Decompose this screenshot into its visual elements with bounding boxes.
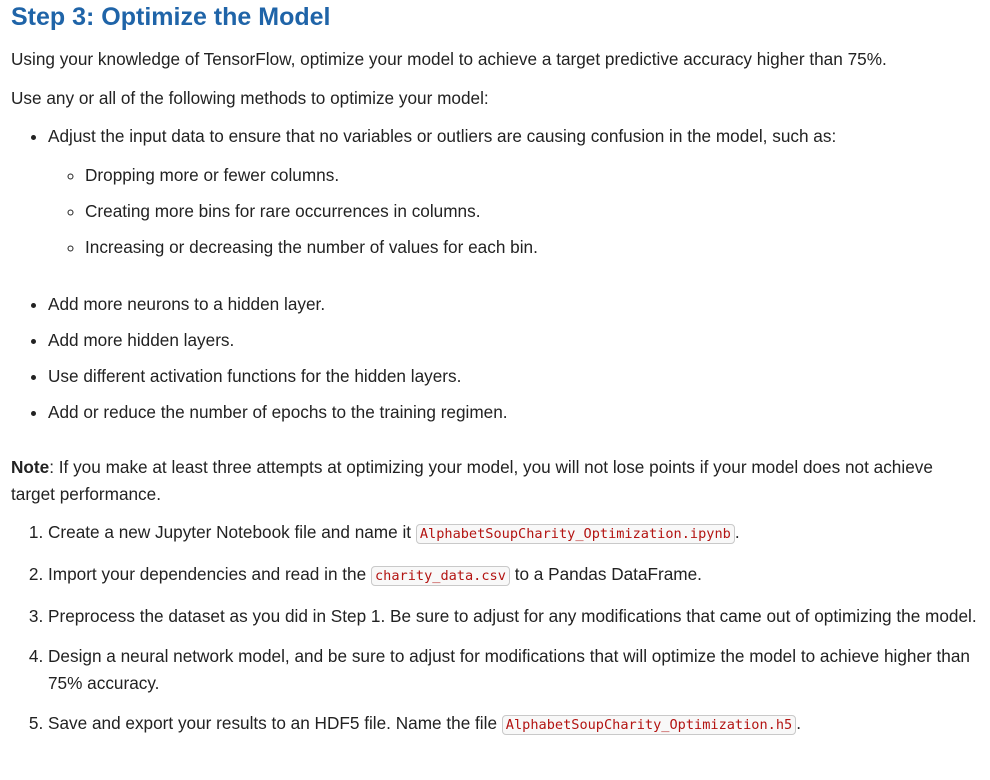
method-text: Adjust the input data to ensure that no … [48, 126, 837, 146]
step-text-suffix: . [734, 522, 740, 542]
step-item: Design a neural network model, and be su… [48, 643, 978, 697]
steps-list: Create a new Jupyter Notebook file and n… [11, 519, 978, 739]
section-heading: Step 3: Optimize the Model [11, 3, 331, 31]
note-text: : If you make at least three attempts at… [11, 457, 933, 504]
intro-paragraph: Using your knowledge of TensorFlow, opti… [11, 49, 887, 69]
methods-intro-paragraph: Use any or all of the following methods … [11, 88, 489, 108]
step-text: Design a neural network model, and be su… [48, 646, 970, 693]
step-item: Preprocess the dataset as you did in Ste… [48, 603, 978, 630]
sub-methods-list-item: Creating more bins for rare occurrences … [85, 198, 978, 225]
sub-methods-list-item: Dropping more or fewer columns. [85, 162, 978, 189]
step-text-suffix: . [796, 713, 802, 733]
step-text-suffix: to a Pandas DataFrame. [509, 564, 702, 584]
step-item: Save and export your results to an HDF5 … [48, 710, 978, 739]
sub-methods-list-item: Increasing or decreasing the number of v… [85, 234, 978, 261]
step-text: Preprocess the dataset as you did in Ste… [48, 606, 977, 626]
sub-methods-list: Dropping more or fewer columns. Creating… [48, 162, 978, 261]
step-text: Create a new Jupyter Notebook file and n… [48, 522, 416, 542]
methods-list-item: Adjust the input data to ensure that no … [48, 123, 978, 261]
methods-list-item: Add more neurons to a hidden layer. [48, 291, 978, 318]
inline-code-filename: AlphabetSoupCharity_Optimization.ipynb [415, 524, 735, 544]
methods-list: Adjust the input data to ensure that no … [11, 123, 978, 426]
step-item: Create a new Jupyter Notebook file and n… [48, 519, 978, 548]
methods-list-item: Use different activation functions for t… [48, 363, 978, 390]
step-text: Save and export your results to an HDF5 … [48, 713, 502, 733]
note-label: Note [11, 457, 50, 477]
step-item: Import your dependencies and read in the… [48, 561, 978, 590]
methods-list-item: Add more hidden layers. [48, 327, 978, 354]
methods-list-item: Add or reduce the number of epochs to th… [48, 399, 978, 426]
inline-code-filename: AlphabetSoupCharity_Optimization.h5 [501, 715, 797, 735]
step-text: Import your dependencies and read in the [48, 564, 371, 584]
inline-code-filename: charity_data.csv [370, 566, 510, 586]
note-paragraph: Note: If you make at least three attempt… [11, 454, 978, 508]
